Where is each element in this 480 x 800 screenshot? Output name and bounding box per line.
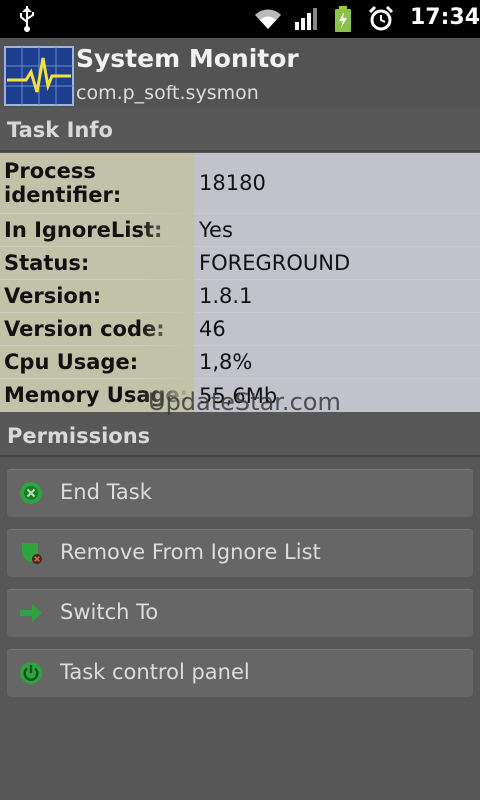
alarm-icon xyxy=(368,6,394,31)
info-row-cpu-usage: Cpu Usage: 1,8% xyxy=(0,346,480,379)
button-label: Task control panel xyxy=(60,660,250,684)
remove-from-ignore-list-button[interactable]: Remove From Ignore List xyxy=(7,529,473,577)
app-title: System Monitor xyxy=(76,44,299,73)
power-icon xyxy=(20,662,42,684)
info-label: Cpu Usage: xyxy=(0,346,194,378)
info-value: 1,8% xyxy=(194,346,480,378)
task-control-panel-button[interactable]: Task control panel xyxy=(7,649,473,697)
info-label: Status: xyxy=(0,247,194,279)
info-value: Yes xyxy=(194,214,480,246)
app-header: System Monitor com.p_soft.sysmon xyxy=(0,38,480,108)
info-value: 1.8.1 xyxy=(194,280,480,312)
info-row-status: Status: FOREGROUND xyxy=(0,247,480,280)
button-label: End Task xyxy=(60,480,152,504)
permissions-header[interactable]: Permissions xyxy=(0,416,480,456)
info-label: Version code: xyxy=(0,313,194,345)
info-label: Process identifier: xyxy=(0,153,194,213)
info-row-version-code: Version code: 46 xyxy=(0,313,480,346)
signal-icon xyxy=(295,8,317,30)
section-title: Task Info xyxy=(7,118,113,142)
usb-icon xyxy=(20,6,34,32)
divider xyxy=(0,455,480,457)
end-task-button[interactable]: End Task xyxy=(7,469,473,517)
info-value: FOREGROUND xyxy=(194,247,480,279)
info-row-ignorelist: In IgnoreList: Yes xyxy=(0,214,480,247)
info-value: 46 xyxy=(194,313,480,345)
watermark: UpdateStar.com xyxy=(148,388,341,416)
info-row-process-id: Process identifier: 18180 xyxy=(0,153,480,214)
wifi-icon xyxy=(255,9,281,29)
app-package-name: com.p_soft.sysmon xyxy=(76,82,259,104)
status-time: 17:34 xyxy=(410,5,480,30)
divider xyxy=(0,150,480,152)
heartbeat-monitor-icon xyxy=(4,46,74,106)
section-title: Permissions xyxy=(7,424,151,448)
button-label: Remove From Ignore List xyxy=(60,540,321,564)
switch-to-button[interactable]: Switch To xyxy=(7,589,473,637)
button-label: Switch To xyxy=(60,600,159,624)
info-value: 18180 xyxy=(194,153,480,213)
info-label: In IgnoreList: xyxy=(0,214,194,246)
status-bar: 17:34 xyxy=(0,0,480,38)
info-row-version: Version: 1.8.1 xyxy=(0,280,480,313)
close-circle-icon xyxy=(20,482,42,504)
shield-remove-icon xyxy=(22,543,42,564)
info-label: Version: xyxy=(0,280,194,312)
task-info-header: Task Info xyxy=(0,110,480,150)
arrow-right-icon xyxy=(20,604,42,622)
battery-charging-icon xyxy=(335,6,351,32)
task-info-table: Process identifier: 18180 In IgnoreList:… xyxy=(0,153,480,412)
